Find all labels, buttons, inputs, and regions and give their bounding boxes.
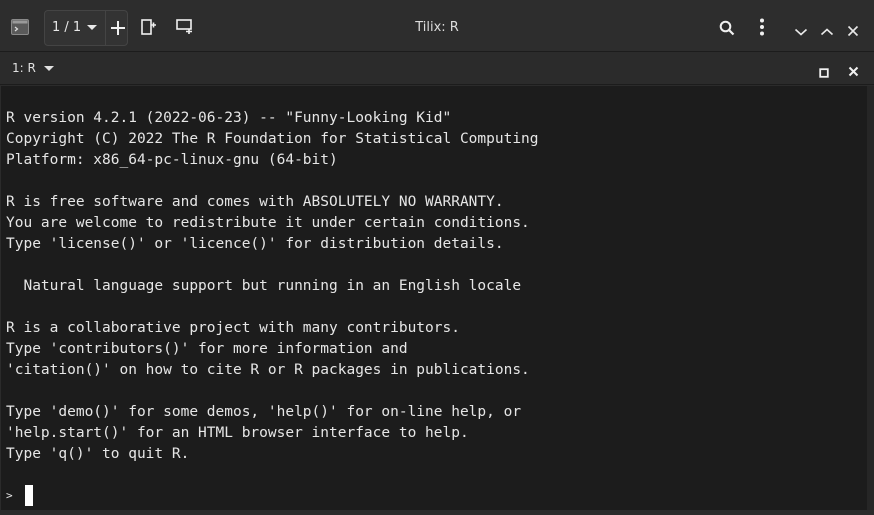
terminal-line: Type 'license()' or 'licence()' for dist… [6,236,504,252]
session-switcher: 1 / 1 [44,10,128,46]
split-right-icon[interactable] [141,19,157,39]
chevron-up-icon [820,22,834,41]
r-prompt: > [6,489,13,502]
window-bottom-edge [0,510,874,515]
close-icon [847,22,859,41]
terminal-output[interactable]: R version 4.2.1 (2022-06-23) -- "Funny-L… [1,86,867,510]
terminal-line: Platform: x86_64-pc-linux-gnu (64-bit) [6,152,338,168]
split-down-icon[interactable] [176,19,194,39]
terminal-line: R is free software and comes with ABSOLU… [6,194,504,210]
text-cursor [25,485,33,506]
chevron-down-icon [44,66,54,71]
session-label: 1 / 1 [52,20,82,35]
window-title: Tilix: R [415,20,459,35]
terminal-line: Type 'demo()' for some demos, 'help()' f… [6,404,522,420]
kebab-menu-icon[interactable] [758,18,766,40]
terminal-title: 1: R [12,61,36,75]
terminal-line: R is a collaborative project with many c… [6,320,460,336]
terminal-line: 'help.start()' for an HTML browser inter… [6,425,469,441]
tilix-window: 1 / 1 Tilix: R 1: R R version 4.2.1 (202… [0,0,874,515]
minimize-button[interactable] [794,22,808,41]
chevron-down-icon [794,22,808,41]
terminal-line: Copyright (C) 2022 The R Foundation for … [6,131,539,147]
terminal-line: Type 'q()' to quit R. [6,446,190,462]
new-session-button[interactable] [105,11,128,45]
terminal-line: 'citation()' on how to cite R or R packa… [6,362,530,378]
close-icon [848,62,859,81]
terminal-line: R version 4.2.1 (2022-06-23) -- "Funny-L… [6,110,452,126]
search-icon[interactable] [719,20,735,40]
terminal-line: Type 'contributors()' for more informati… [6,341,408,357]
terminal-line: Natural language support but running in … [6,278,522,294]
maximize-button[interactable] [820,22,834,41]
terminal-app-icon [11,19,29,35]
window-close-button[interactable] [847,22,859,41]
header-bar: 1 / 1 Tilix: R [0,0,874,52]
terminal-line: You are welcome to redistribute it under… [6,215,530,231]
chevron-down-icon [87,25,97,30]
terminal-title-bar: 1: R [0,52,874,85]
session-dropdown-button[interactable]: 1 / 1 [45,11,104,45]
maximize-square-icon[interactable] [819,63,829,82]
terminal-close-button[interactable] [848,62,859,81]
terminal-scrollbar[interactable] [867,86,874,510]
plus-icon [109,19,127,41]
